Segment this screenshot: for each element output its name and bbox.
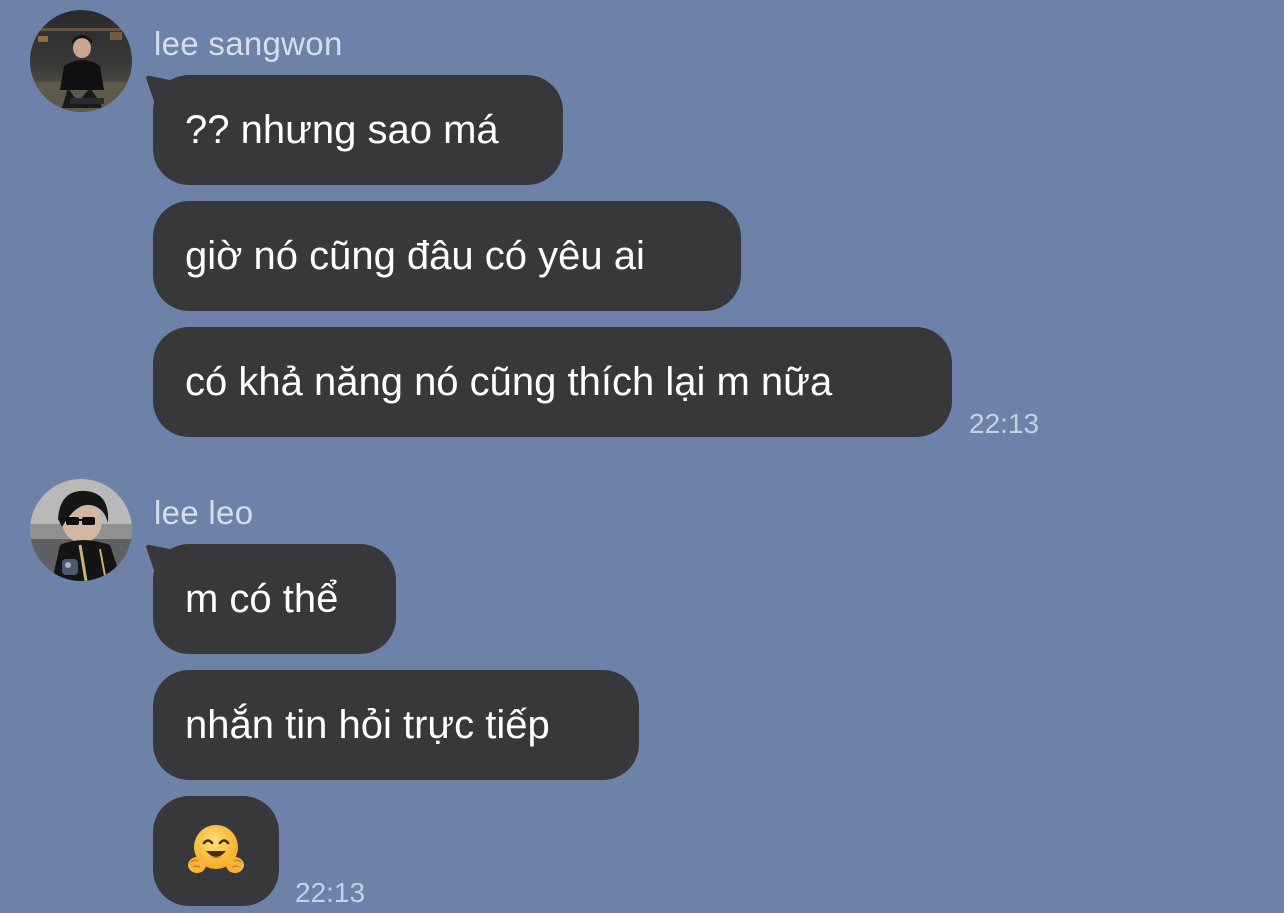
profile-photo-sunglasses-icon — [30, 479, 132, 581]
message-timestamp: 22:13 — [295, 877, 366, 908]
emoji-message-bubble[interactable] — [153, 796, 279, 906]
hugging-face-emoji-icon — [188, 825, 244, 873]
message-bubble[interactable]: m có thể — [153, 544, 396, 654]
avatar-lee-leo[interactable] — [30, 479, 132, 581]
message-text: giờ nó cũng đâu có yêu ai — [185, 234, 645, 278]
message-text: nhắn tin hỏi trực tiếp — [185, 703, 550, 747]
message-bubble[interactable]: có khả năng nó cũng thích lại m nữa — [153, 327, 952, 437]
message-text: có khả năng nó cũng thích lại m nữa — [185, 360, 833, 404]
message-text: ?? nhưng sao má — [185, 108, 499, 152]
message-bubble[interactable]: nhắn tin hỏi trực tiếp — [153, 670, 639, 780]
sender-name: lee sangwon — [154, 25, 343, 62]
message-bubble[interactable]: giờ nó cũng đâu có yêu ai — [153, 201, 741, 311]
message-text: m có thể — [185, 577, 339, 621]
sender-name: lee leo — [154, 494, 254, 531]
avatar-lee-sangwon[interactable] — [30, 10, 132, 112]
message-bubble[interactable]: ?? nhưng sao má — [153, 75, 563, 185]
profile-photo-dark-outfit-icon — [30, 10, 132, 112]
message-timestamp: 22:13 — [969, 408, 1040, 439]
